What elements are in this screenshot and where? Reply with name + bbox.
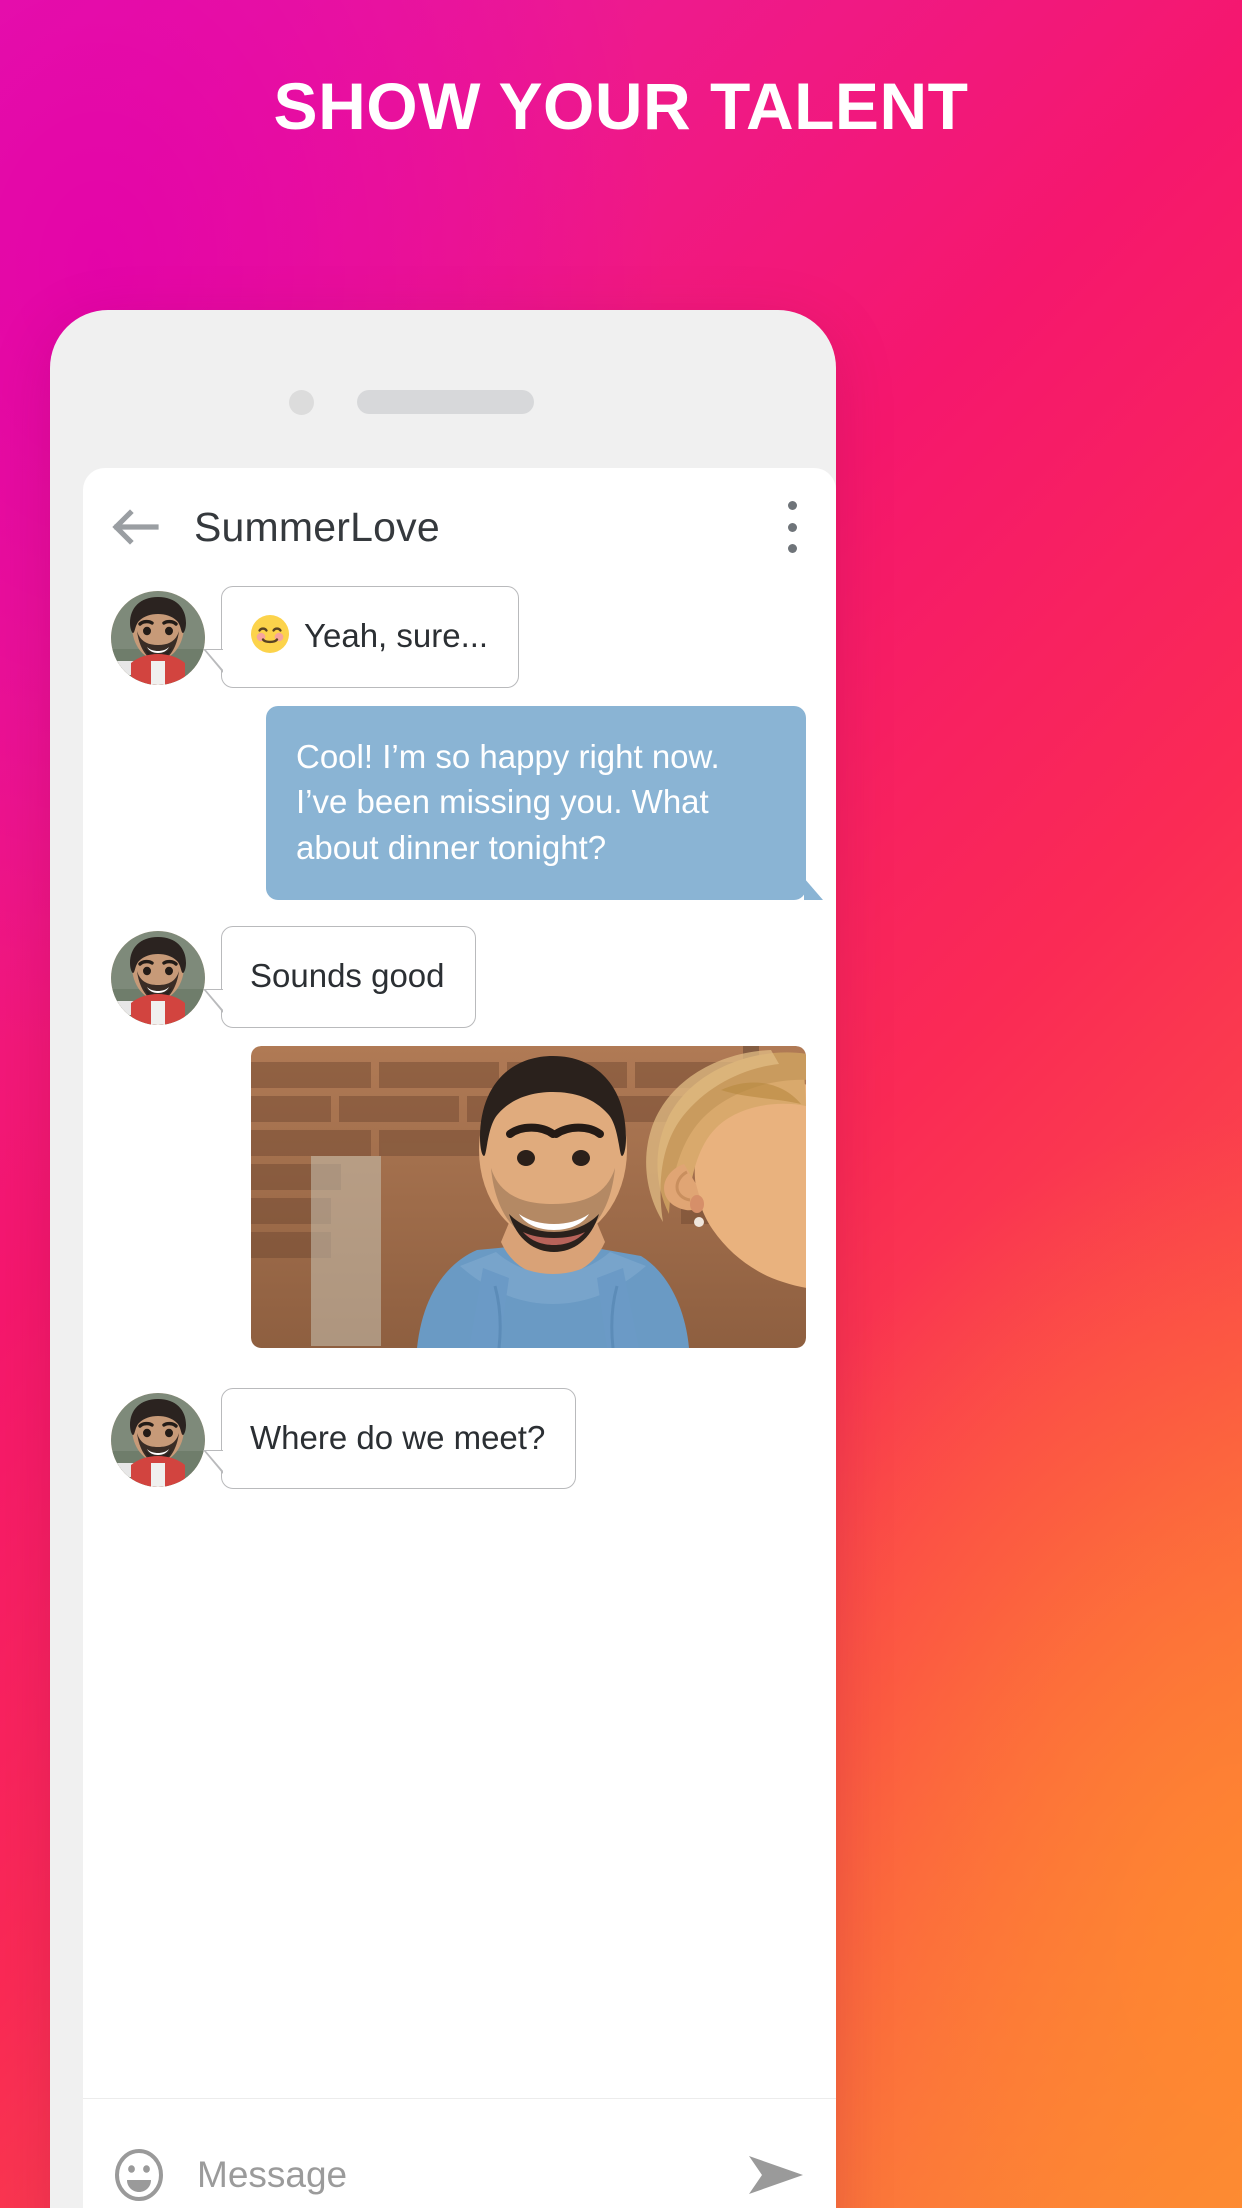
- message-input[interactable]: [197, 2153, 732, 2196]
- phone-top-bezel: [50, 310, 836, 468]
- send-icon[interactable]: [746, 2151, 806, 2199]
- message-row: Where do we meet?: [111, 1387, 806, 1490]
- bubble-wrapper: Yeah, sure...: [202, 586, 520, 688]
- bubble-wrapper: Sounds good: [203, 926, 476, 1028]
- menu-dot: [787, 544, 797, 553]
- app-bar: SummerLove: [83, 468, 836, 586]
- chat-title: SummerLove: [194, 503, 440, 550]
- message-bubble[interactable]: Sounds good: [203, 926, 476, 1028]
- avatar[interactable]: [111, 1392, 205, 1487]
- avatar[interactable]: [111, 931, 205, 1026]
- message-bubble[interactable]: Cool! I’m so happy right now. I’ve been …: [266, 705, 823, 901]
- more-options-icon[interactable]: [785, 501, 799, 553]
- message-bubble[interactable]: Yeah, sure...: [202, 586, 520, 688]
- message-list: Yeah, sure... Cool! I’m so happy right n…: [83, 586, 836, 1490]
- photo-message[interactable]: [251, 1045, 806, 1348]
- message-row: Sounds good: [111, 926, 806, 1028]
- message-row: Yeah, sure...: [111, 586, 806, 688]
- smiling-face-icon: [250, 614, 290, 654]
- avatar[interactable]: [111, 591, 205, 685]
- bubble-wrapper: Where do we meet?: [202, 1387, 577, 1490]
- speaker-grille-icon: [357, 390, 534, 414]
- phone-screen: SummerLove Yeah, sure... Cool! I’m so ha…: [83, 468, 836, 2208]
- message-row: Cool! I’m so happy right now. I’ve been …: [111, 705, 823, 901]
- message-row: [111, 1045, 806, 1348]
- camera-dot-icon: [289, 390, 314, 415]
- phone-mockup: SummerLove Yeah, sure... Cool! I’m so ha…: [50, 310, 836, 2208]
- menu-dot: [787, 522, 797, 532]
- message-input-bar: [83, 2098, 836, 2208]
- page-title: SHOW YOUR TALENT: [273, 69, 969, 143]
- message-text: Yeah, sure...: [304, 617, 489, 654]
- emoji-smiley-icon[interactable]: [111, 2147, 167, 2203]
- message-bubble[interactable]: Where do we meet?: [202, 1387, 577, 1490]
- menu-dot: [787, 501, 797, 510]
- back-arrow-icon[interactable]: [108, 499, 164, 555]
